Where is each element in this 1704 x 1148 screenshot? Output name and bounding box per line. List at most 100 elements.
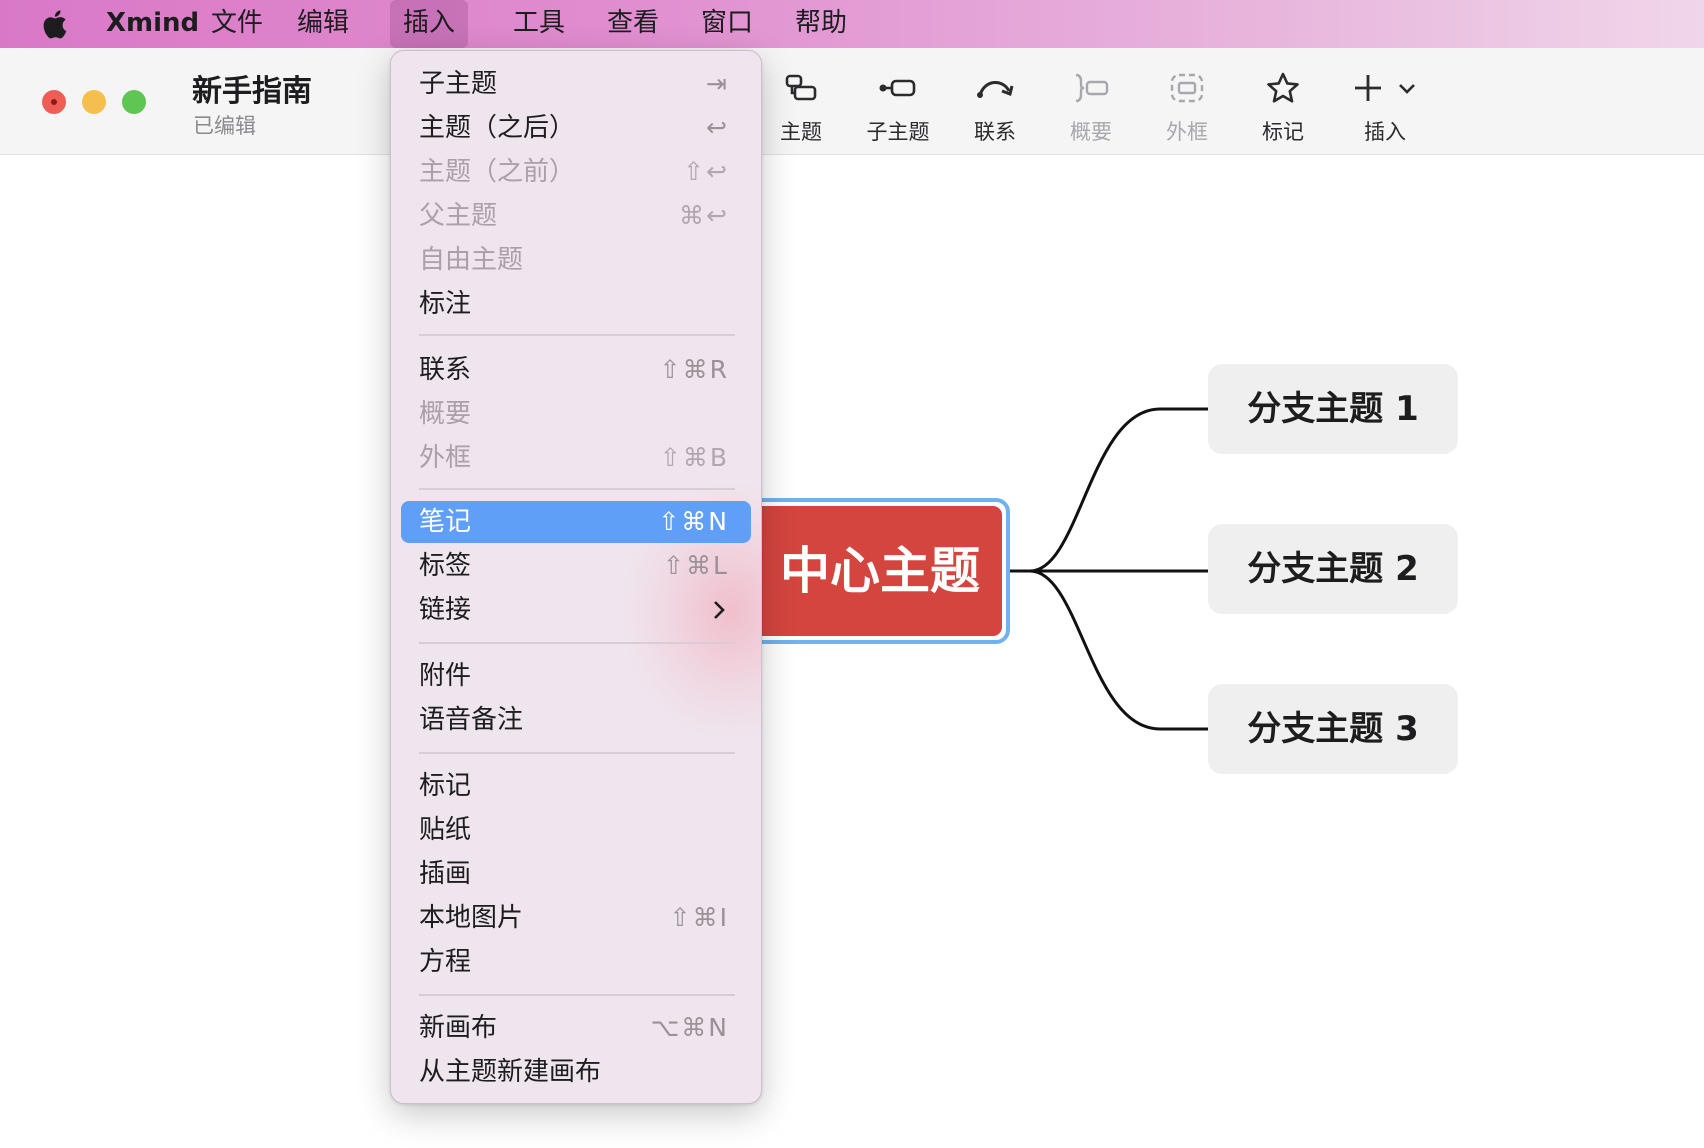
menu-item-summary: 概要: [401, 393, 751, 435]
menu-item-label: 主题（之后）: [419, 113, 576, 143]
chevron-right-icon: [714, 601, 725, 619]
zoom-window-button[interactable]: [122, 90, 146, 114]
menu-item-label: 链接: [419, 595, 472, 625]
toolbar-summary-button[interactable]: 概要: [1036, 68, 1146, 146]
menu-item-equation[interactable]: 方程: [401, 941, 751, 983]
chevron-down-icon: [1399, 84, 1415, 94]
menu-item-topic-before: 主题（之前） ⇧↩: [401, 151, 751, 193]
menu-item-shortcut: ⇧⌘N: [658, 507, 729, 536]
plus-icon: [1355, 75, 1381, 101]
menu-item-label: 从主题新建画布: [419, 1057, 602, 1087]
menu-separator: [419, 488, 735, 490]
menu-item-shortcut: ⌘↩: [679, 201, 729, 230]
toolbar-summary-label: 概要: [1070, 120, 1112, 144]
menu-file[interactable]: 文件: [198, 0, 276, 48]
toolbar-marker-label: 标记: [1262, 120, 1304, 144]
menu-item-shortcut: ⇧↩: [683, 157, 729, 186]
branch-topic-2[interactable]: 分支主题 2: [1208, 524, 1458, 614]
menu-item-label: 方程: [419, 947, 472, 977]
menu-item-label: 新画布: [419, 1013, 498, 1043]
topic-icon: [785, 74, 817, 101]
menu-item-attachment[interactable]: 附件: [401, 655, 751, 697]
menu-item-label: 贴纸: [419, 815, 472, 845]
menu-item-shortcut: ⇧⌘L: [663, 551, 729, 580]
menu-item-label: 自由主题: [419, 245, 524, 275]
menu-item-new-sheet[interactable]: 新画布 ⌥⌘N: [401, 1007, 751, 1049]
menu-item-shortcut: ↩: [706, 113, 729, 142]
toolbar-boundary-button[interactable]: 外框: [1132, 68, 1242, 146]
subtopic-icon: [879, 79, 916, 97]
menu-item-callout[interactable]: 标注: [401, 283, 751, 325]
menu-item-note[interactable]: 笔记 ⇧⌘N: [401, 501, 751, 543]
menu-item-shortcut: ⇧⌘R: [659, 355, 729, 384]
star-icon: [1267, 72, 1299, 103]
menu-item-label: 本地图片: [419, 903, 524, 933]
menu-item-label: 语音备注: [419, 705, 524, 735]
menu-item-label: 外框: [419, 443, 472, 473]
minimize-window-button[interactable]: [82, 90, 106, 114]
close-window-button[interactable]: [42, 90, 66, 114]
insert-menu-dropdown: 子主题 ⇥ 主题（之后） ↩ 主题（之前） ⇧↩ 父主题 ⌘↩ 自由主题 标注 …: [390, 50, 762, 1104]
menu-item-label: 附件: [419, 661, 472, 691]
toolbar-subtopic-button[interactable]: 子主题: [843, 68, 953, 146]
connector-branch-1: [1008, 407, 1208, 573]
toolbar-boundary-label: 外框: [1166, 120, 1208, 144]
menu-item-shortcut: ⌥⌘N: [650, 1013, 729, 1042]
toolbar-topic-label: 主题: [780, 120, 822, 144]
toolbar-topic-button[interactable]: 主题: [746, 68, 856, 146]
menu-separator: [419, 334, 735, 336]
menu-window[interactable]: 窗口: [688, 0, 766, 48]
menu-item-illustration[interactable]: 插画: [401, 853, 751, 895]
toolbar-insert-label: 插入: [1364, 120, 1406, 144]
branch-connectors: [1008, 407, 1208, 731]
menu-separator: [419, 994, 735, 996]
menu-item-relationship[interactable]: 联系 ⇧⌘R: [401, 349, 751, 391]
toolbar-insert-button[interactable]: 插入: [1330, 68, 1440, 146]
menu-item-new-sheet-from-topic[interactable]: 从主题新建画布: [401, 1051, 751, 1093]
menu-item-audio-note[interactable]: 语音备注: [401, 699, 751, 741]
branch-topic-1[interactable]: 分支主题 1: [1208, 364, 1458, 454]
branch-topic-3[interactable]: 分支主题 3: [1208, 684, 1458, 774]
menu-item-subtopic[interactable]: 子主题 ⇥: [401, 63, 751, 105]
menu-item-label: 标注: [419, 289, 472, 319]
menu-separator: [419, 752, 735, 754]
menu-item-parent-topic: 父主题 ⌘↩: [401, 195, 751, 237]
menu-help[interactable]: 帮助: [782, 0, 860, 48]
menu-item-label-tag[interactable]: 标签 ⇧⌘L: [401, 545, 751, 587]
document-status: 已编辑: [193, 114, 256, 138]
toolbar-relationship-button[interactable]: 联系: [940, 68, 1050, 146]
menu-item-boundary: 外框 ⇧⌘B: [401, 437, 751, 479]
relationship-icon: [977, 81, 1014, 98]
menu-item-shortcut: ⇥: [706, 69, 729, 98]
menu-item-topic-after[interactable]: 主题（之后） ↩: [401, 107, 751, 149]
app-window: 新手指南 已编辑 主题 子主题 联系 概要 外框 标记 插入 中心主题 分支主题…: [0, 48, 1704, 1148]
menu-separator: [419, 642, 735, 644]
apple-logo-icon[interactable]: [38, 8, 68, 40]
menu-edit[interactable]: 编辑: [284, 0, 362, 48]
menu-item-label: 插画: [419, 859, 472, 889]
menu-item-shortcut: ⇧⌘I: [669, 903, 729, 932]
menu-app-name[interactable]: Xmind: [93, 0, 212, 48]
menu-bar: Xmind 文件 编辑 插入 工具 查看 窗口 帮助: [0, 0, 1704, 48]
toolbar-relationship-label: 联系: [974, 120, 1016, 144]
menu-item-sticker[interactable]: 贴纸: [401, 809, 751, 851]
menu-item-label: 联系: [419, 355, 472, 385]
summary-icon: [1075, 73, 1109, 103]
menu-item-local-image[interactable]: 本地图片 ⇧⌘I: [401, 897, 751, 939]
menu-item-label: 标记: [419, 771, 472, 801]
menu-insert[interactable]: 插入: [390, 0, 469, 48]
toolbar-marker-button[interactable]: 标记: [1228, 68, 1338, 146]
menu-item-link[interactable]: 链接: [401, 589, 751, 631]
mindmap-canvas[interactable]: 中心主题 分支主题 1 分支主题 2 分支主题 3: [0, 154, 1704, 1148]
menu-view[interactable]: 查看: [594, 0, 672, 48]
document-title: 新手指南: [192, 74, 312, 109]
menu-item-label: 标签: [419, 551, 472, 581]
toolbar-subtopic-label: 子主题: [866, 120, 930, 144]
menu-item-label: 子主题: [419, 69, 498, 99]
menu-item-shortcut: ⇧⌘B: [659, 443, 729, 472]
connector-branch-3: [1008, 569, 1208, 731]
menu-item-label: 概要: [419, 399, 472, 429]
menu-item-floating-topic: 自由主题: [401, 239, 751, 281]
menu-tools[interactable]: 工具: [500, 0, 578, 48]
menu-item-marker[interactable]: 标记: [401, 765, 751, 807]
